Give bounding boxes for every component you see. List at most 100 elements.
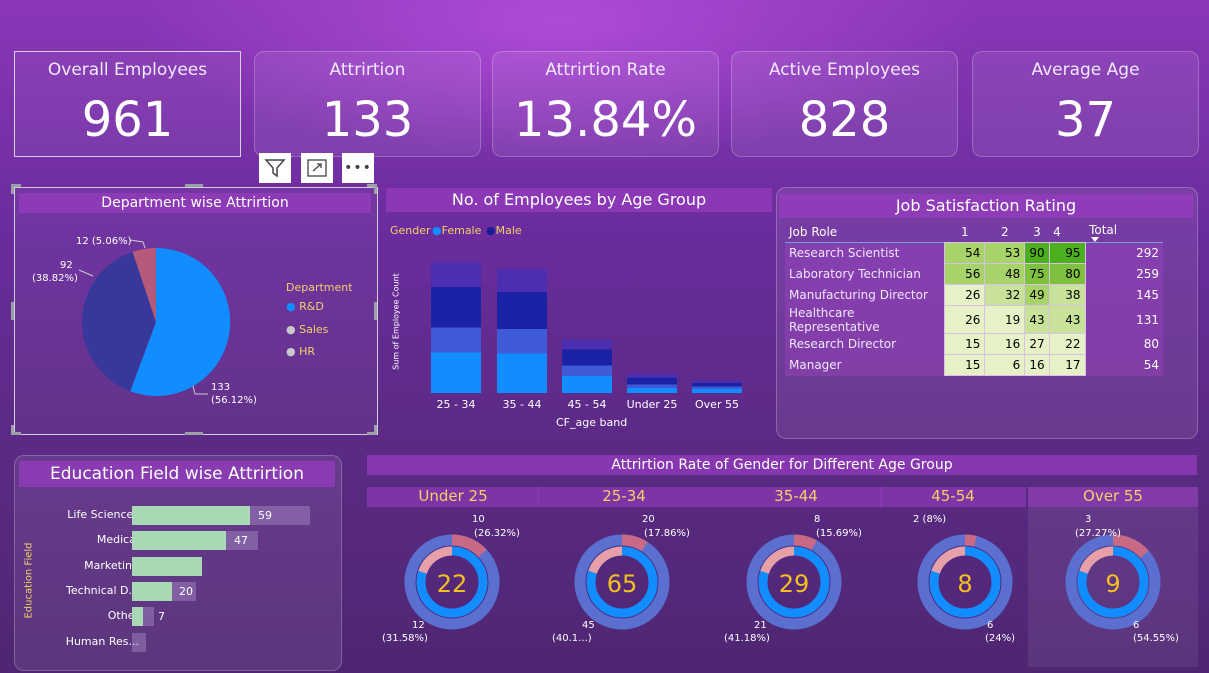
- row-label: Research Director: [785, 333, 945, 355]
- bar-male[interactable]: [562, 339, 612, 350]
- panel-title: Education Field wise Attrirtion: [19, 461, 335, 487]
- matrix-cell[interactable]: 16: [1024, 354, 1050, 376]
- bar-female[interactable]: [692, 386, 742, 389]
- bar-female[interactable]: [562, 365, 612, 376]
- col-header[interactable]: 2: [985, 222, 1025, 243]
- bar-value: 59: [258, 509, 272, 522]
- kpi-value: 13.84%: [513, 92, 698, 148]
- kpi-card-attrition-rate[interactable]: Attrirtion Rate 13.84%: [492, 51, 719, 157]
- bar[interactable]: [132, 581, 172, 601]
- bar-female[interactable]: [627, 384, 677, 388]
- resize-handle[interactable]: [374, 302, 377, 320]
- bar[interactable]: [132, 506, 250, 525]
- bar-female[interactable]: [627, 387, 677, 393]
- resize-handle[interactable]: [11, 425, 14, 435]
- matrix-cell[interactable]: 80: [1048, 263, 1086, 285]
- bar-female[interactable]: [562, 375, 612, 393]
- matrix-cell[interactable]: 16: [984, 333, 1026, 355]
- col-header[interactable]: Job Role: [785, 222, 945, 243]
- matrix-cell[interactable]: 22: [1048, 333, 1086, 355]
- matrix-cell[interactable]: 15: [944, 354, 986, 376]
- donut-label-top-pct: (26.32%): [474, 528, 520, 539]
- matrix-cell[interactable]: 19: [984, 305, 1026, 334]
- matrix-cell[interactable]: 26: [944, 284, 986, 306]
- kpi-card-average-age[interactable]: Average Age 37: [972, 51, 1199, 157]
- matrix-cell[interactable]: 90: [1024, 242, 1050, 264]
- resize-handle[interactable]: [374, 425, 377, 435]
- matrix-header: Job Role 1 2 3 4 Total: [785, 222, 1163, 243]
- donut-center-value: 8: [957, 570, 972, 598]
- panel-title: Attrirtion Rate of Gender for Different …: [367, 455, 1197, 475]
- matrix-cell[interactable]: 32: [984, 284, 1026, 306]
- matrix-cell[interactable]: 38: [1048, 284, 1086, 306]
- donut-label-top-pct: (15.69%): [816, 528, 862, 539]
- matrix-cell[interactable]: 53: [984, 242, 1026, 264]
- matrix-cell[interactable]: 6: [984, 354, 1026, 376]
- matrix-cell[interactable]: 49: [1024, 284, 1050, 306]
- col-header-total[interactable]: Total: [1085, 222, 1163, 243]
- bar-male[interactable]: [497, 269, 547, 292]
- matrix-cell[interactable]: 17: [1048, 354, 1086, 376]
- matrix-cell[interactable]: 54: [944, 242, 986, 264]
- bar-female[interactable]: [431, 327, 481, 353]
- dept-attrition-panel[interactable]: Department wise Attrirtion 12 (5.06%) 92…: [14, 187, 378, 435]
- matrix-cell[interactable]: 75: [1024, 263, 1050, 285]
- resize-handle[interactable]: [185, 184, 203, 187]
- matrix-cell[interactable]: 26: [944, 305, 986, 334]
- matrix-row[interactable]: Healthcare Representative 26 19 43 43 131: [785, 305, 1163, 334]
- resize-handle[interactable]: [185, 432, 203, 435]
- bar[interactable]: [132, 607, 144, 627]
- matrix-row[interactable]: Manager 15 6 16 17 54: [785, 354, 1163, 376]
- bar[interactable]: [132, 531, 226, 551]
- matrix-cell[interactable]: 56: [944, 263, 986, 285]
- bar-male[interactable]: [431, 286, 481, 328]
- education-panel[interactable]: Education Field wise Attrirtion Educatio…: [14, 455, 342, 671]
- col-header[interactable]: 3: [1025, 222, 1049, 243]
- donut-label-bottom-pct: (40.1...): [552, 633, 592, 644]
- bar-male[interactable]: [627, 373, 677, 378]
- age-group-panel[interactable]: No. of Employees by Age Group Gender ●Fe…: [384, 187, 772, 435]
- more-options-button[interactable]: •••: [342, 153, 374, 183]
- focus-mode-button[interactable]: [301, 153, 333, 183]
- bar-female[interactable]: [497, 329, 547, 354]
- bar-male[interactable]: [692, 380, 742, 383]
- matrix-row[interactable]: Research Director 15 16 27 22 80: [785, 333, 1163, 355]
- col-header[interactable]: 4: [1049, 222, 1085, 243]
- kpi-card-attrition[interactable]: Attrirtion 133: [254, 51, 481, 157]
- matrix-row[interactable]: Laboratory Technician 56 48 75 80 259: [785, 263, 1163, 285]
- donut-chart[interactable]: 8: [900, 517, 1030, 647]
- matrix-cell[interactable]: 48: [984, 263, 1026, 285]
- bar-female[interactable]: [692, 388, 742, 393]
- legend-item-hr[interactable]: ● HR: [286, 345, 315, 358]
- matrix-cell[interactable]: 15: [944, 333, 986, 355]
- resize-handle[interactable]: [11, 302, 14, 320]
- legend-label: Sales: [299, 323, 329, 336]
- resize-handle[interactable]: [374, 184, 377, 194]
- job-satisfaction-panel[interactable]: Job Satisfaction Rating Job Role 1 2 3 4…: [776, 187, 1198, 439]
- legend-item-rd[interactable]: ● R&D: [286, 300, 324, 313]
- kpi-card-overall[interactable]: Overall Employees 961: [14, 51, 241, 157]
- legend-item-sales[interactable]: ● Sales: [286, 323, 328, 336]
- bar-male[interactable]: [627, 377, 677, 385]
- bar-male[interactable]: [497, 291, 547, 329]
- donut-title: 35-44: [710, 487, 882, 507]
- bar-male[interactable]: [562, 349, 612, 366]
- bar[interactable]: [132, 556, 202, 576]
- filter-button[interactable]: [259, 153, 291, 183]
- matrix-cell[interactable]: 43: [1048, 305, 1086, 334]
- donut-center-value: 29: [779, 570, 810, 598]
- matrix-cell[interactable]: 27: [1024, 333, 1050, 355]
- matrix-row[interactable]: Manufacturing Director 26 32 49 38 145: [785, 284, 1163, 306]
- resize-handle[interactable]: [11, 184, 14, 194]
- matrix-row[interactable]: Research Scientist 54 53 90 95 292: [785, 242, 1163, 264]
- matrix-cell[interactable]: 95: [1048, 242, 1086, 264]
- bar-female[interactable]: [431, 352, 481, 393]
- kpi-card-active[interactable]: Active Employees 828: [731, 51, 958, 157]
- donut-label-top: 3: [1085, 514, 1092, 525]
- matrix-cell[interactable]: 43: [1024, 305, 1050, 334]
- bar-male[interactable]: [431, 262, 481, 287]
- x-axis-label: CF_age band: [556, 416, 628, 429]
- col-header[interactable]: 1: [945, 222, 985, 243]
- bar-male[interactable]: [692, 382, 742, 387]
- bar-female[interactable]: [497, 353, 547, 393]
